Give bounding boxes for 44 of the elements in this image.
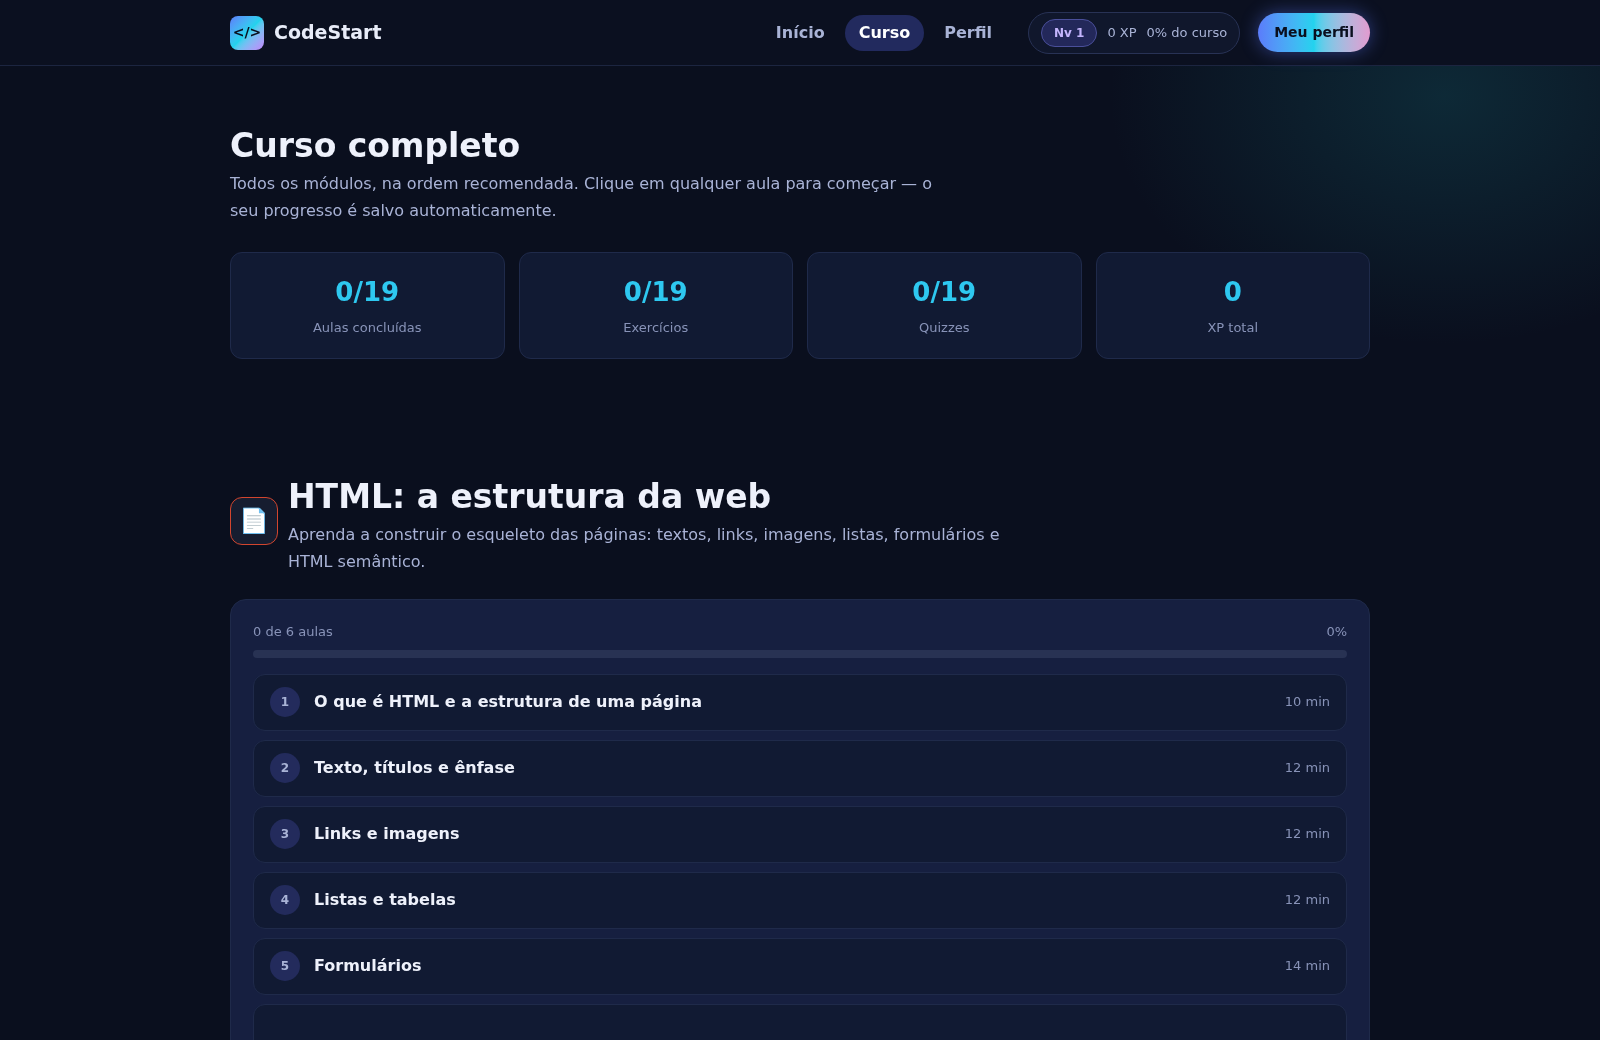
module-title: HTML: a estrutura da web bbox=[288, 476, 773, 518]
lesson-row[interactable]: 5 Formulários 14 min bbox=[253, 937, 1347, 995]
lesson-title: Formulários bbox=[314, 955, 422, 977]
brand-name: CodeStart bbox=[274, 20, 382, 46]
lesson-row[interactable]: 2 Texto, títulos e ênfase 12 min bbox=[253, 739, 1347, 797]
nav-link[interactable]: Início bbox=[761, 14, 839, 51]
nav-link[interactable]: Perfil bbox=[930, 14, 1006, 51]
lesson-duration: 10 min bbox=[1284, 693, 1330, 712]
stat-label: Exercícios bbox=[623, 319, 689, 338]
lesson-number: 5 bbox=[270, 951, 300, 981]
lesson-number: 4 bbox=[270, 885, 300, 915]
xp-text: 0 XP bbox=[1107, 23, 1137, 42]
progress-percent: 0% bbox=[1326, 623, 1347, 641]
stat-value: 0/19 bbox=[623, 276, 688, 310]
lesson-title: Links e imagens bbox=[314, 823, 460, 845]
page-subtitle: Todos os módulos, na ordem recomendada. Clique em qualquer aula para começar — o seu progresso é salvo automaticamente. bbox=[230, 173, 933, 222]
lesson-row[interactable]: 1 O que é HTML e a estrutura de uma página 10 min bbox=[253, 673, 1347, 731]
stat-value: 0 bbox=[1223, 276, 1242, 310]
logo-icon: </> bbox=[230, 15, 264, 50]
lesson-title: O que é HTML e a estrutura de uma página bbox=[314, 691, 702, 713]
level-badge: Nv 1 bbox=[1041, 18, 1098, 47]
lesson-row[interactable]: 4 Listas e tabelas 12 min bbox=[253, 871, 1347, 929]
document-icon: 📄 bbox=[230, 497, 278, 545]
lesson-title: Listas e tabelas bbox=[314, 889, 456, 911]
lesson-duration: 12 min bbox=[1284, 891, 1330, 910]
lesson-number: 1 bbox=[270, 687, 300, 717]
lesson-duration: 14 min bbox=[1284, 957, 1330, 976]
lesson-number: 2 bbox=[270, 753, 300, 783]
page-title: Curso completo bbox=[230, 125, 522, 167]
lesson-duration: 12 min bbox=[1284, 825, 1330, 844]
module-description: Aprenda a construir o esqueleto das páginas: textos, links, imagens, listas, formulários e HTML semântico. bbox=[288, 524, 1001, 573]
lesson-row[interactable]: 3 Links e imagens 12 min bbox=[253, 805, 1347, 863]
profile-button[interactable]: Meu perfil bbox=[1258, 13, 1370, 52]
stat-value: 0/19 bbox=[335, 276, 400, 310]
lesson-duration: 12 min bbox=[1284, 759, 1330, 778]
lesson-number: 3 bbox=[270, 819, 300, 849]
stat-value: 0/19 bbox=[912, 276, 977, 310]
course-progress-text: 0% do curso bbox=[1146, 23, 1228, 42]
lesson-title: Texto, títulos e ênfase bbox=[314, 757, 515, 779]
progress-label: 0 de 6 aulas bbox=[253, 623, 333, 641]
stat-label: Quizzes bbox=[919, 319, 970, 338]
stat-label: Aulas concluídas bbox=[312, 319, 422, 338]
nav-link[interactable]: Curso bbox=[844, 14, 925, 51]
stat-label: XP total bbox=[1207, 319, 1259, 338]
